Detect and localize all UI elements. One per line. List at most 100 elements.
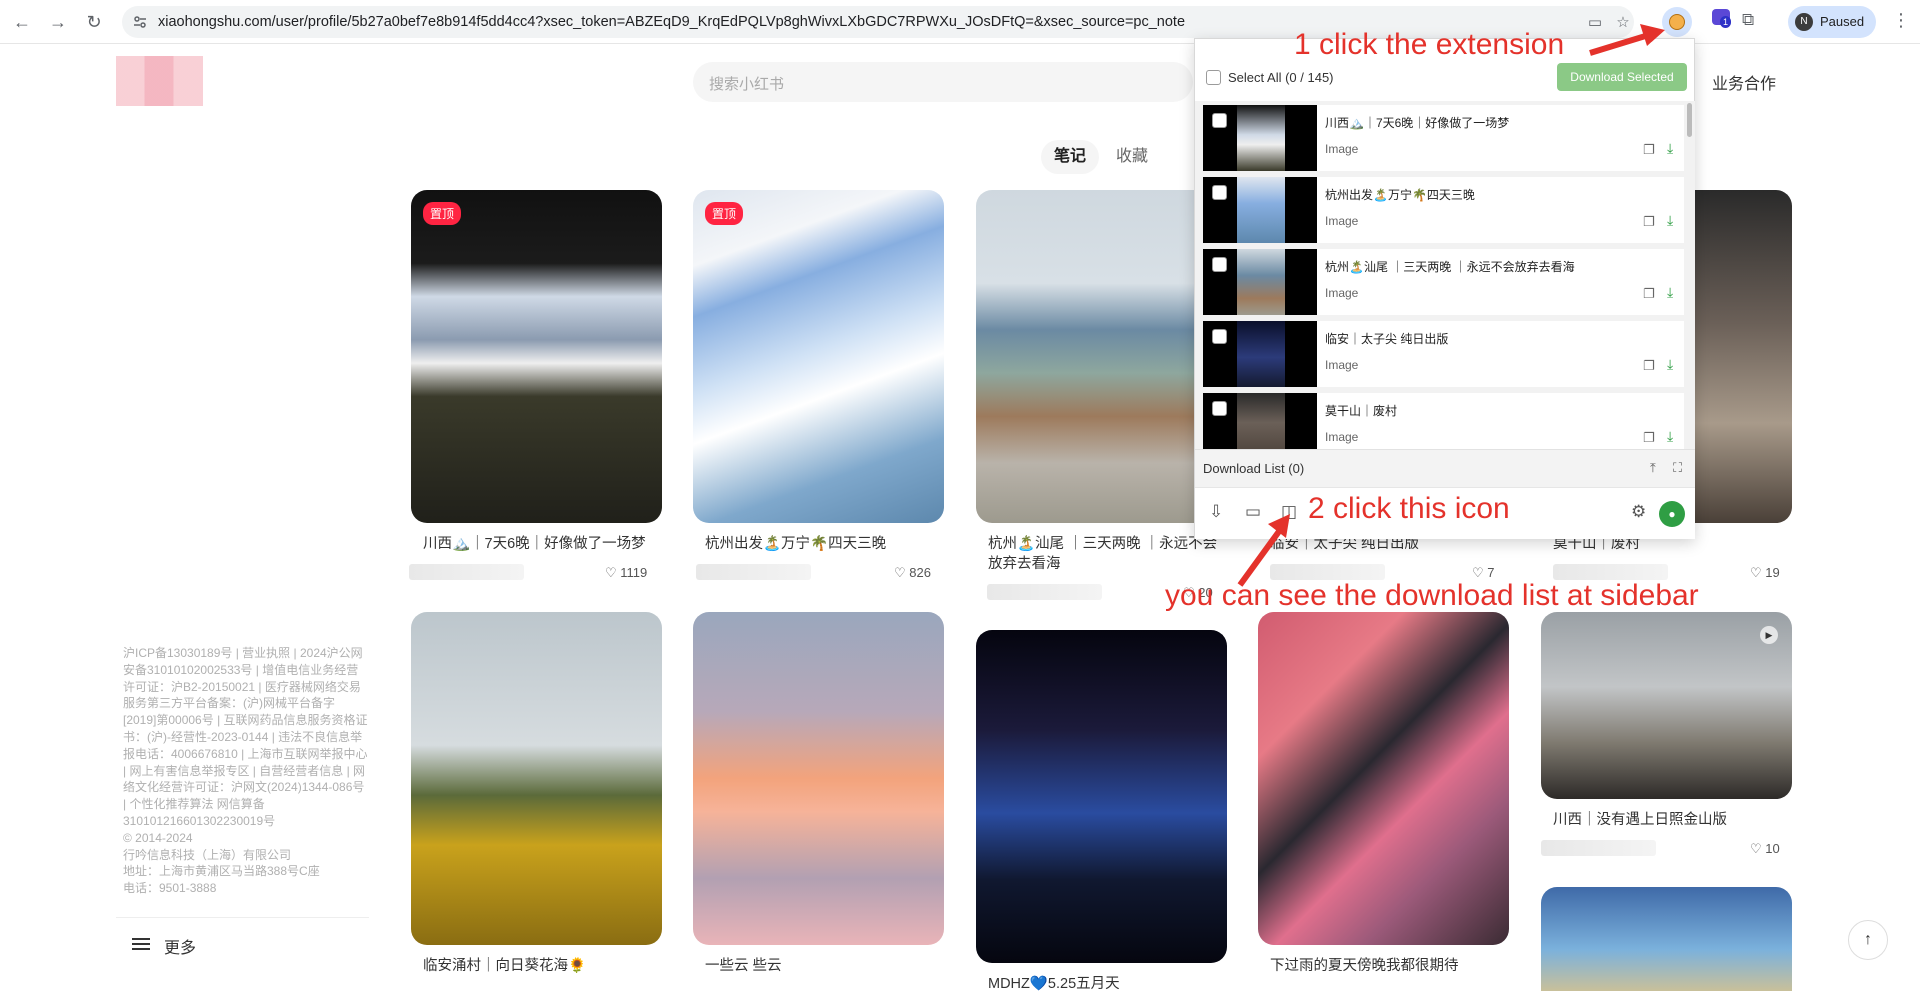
more-menu[interactable]: 更多 <box>132 934 196 958</box>
note-author[interactable] <box>409 564 524 580</box>
select-all-checkbox[interactable] <box>1206 70 1221 85</box>
note-title[interactable]: 临安涌村｜向日葵花海🌻 <box>423 956 586 976</box>
item-checkbox[interactable] <box>1212 329 1227 344</box>
note-author[interactable] <box>987 584 1102 600</box>
note-title[interactable]: 杭州出发🏝️万宁🌴四天三晚 <box>705 534 886 554</box>
download-icon[interactable]: ⤓ <box>1667 212 1673 229</box>
note-title[interactable]: 一些云 些云 <box>705 956 782 976</box>
settings-gear-icon[interactable]: ⚙ <box>1631 502 1646 522</box>
note-cover[interactable] <box>411 612 662 945</box>
item-thumbnail <box>1203 105 1317 171</box>
divider <box>116 917 369 918</box>
cloud-download-icon[interactable]: ⇩ <box>1209 502 1223 522</box>
note-author[interactable] <box>1541 840 1656 856</box>
item-checkbox[interactable] <box>1212 401 1227 416</box>
note-title[interactable]: 下过雨的夏天傍晚我都很期待 <box>1270 956 1459 976</box>
note-title[interactable]: MDHZ💙5.25五月天 <box>988 974 1120 994</box>
business-link[interactable]: 业务合作 <box>1712 70 1776 94</box>
note-cover[interactable]: 置顶 <box>693 190 944 523</box>
item-thumbnail <box>1203 393 1317 449</box>
note-cover[interactable]: ▶ <box>1541 612 1792 799</box>
download-icon[interactable]: ⤓ <box>1667 428 1673 445</box>
site-logo[interactable] <box>116 56 203 106</box>
note-cover[interactable] <box>1541 887 1792 991</box>
list-item[interactable]: 临安｜太子尖 纯日出版 Image ❐ ⤓ <box>1203 321 1684 387</box>
download-icon[interactable]: ⤓ <box>1667 140 1673 157</box>
like-count: 10 <box>1765 841 1780 856</box>
note-author[interactable] <box>1553 564 1668 580</box>
url-text[interactable]: xiaohongshu.com/user/profile/5b27a0bef7e… <box>158 14 1185 30</box>
note-title[interactable]: 川西｜没有遇上日照金山版 <box>1553 810 1727 830</box>
item-type: Image <box>1325 358 1359 372</box>
browser-menu-icon[interactable]: ⋮ <box>1892 10 1910 31</box>
company-name: 行吟信息科技（上海）有限公司 <box>123 847 292 862</box>
tab-collections[interactable]: 收藏 <box>1103 140 1161 174</box>
annotation-step-1: 1 click the extension <box>1294 28 1565 61</box>
select-all-label[interactable]: Select All (0 / 145) <box>1228 70 1334 85</box>
copy-icon[interactable]: ❐ <box>1643 214 1655 230</box>
collapse-up-icon[interactable]: ⤒ <box>1650 460 1656 476</box>
note-title[interactable]: 杭州🏝️汕尾 ｜三天两晚 ｜永远不会放弃去看海 <box>988 534 1218 574</box>
legal-links[interactable]: 沪ICP备13030189号 | 营业执照 | 2024沪公网安备3101010… <box>123 645 368 830</box>
note-author[interactable] <box>696 564 811 580</box>
copy-icon[interactable]: ❐ <box>1643 286 1655 302</box>
item-checkbox[interactable] <box>1212 257 1227 272</box>
list-item[interactable]: 川西🏔️｜7天6晚｜好像做了一场梦 Image ❐ ⤓ <box>1203 105 1684 171</box>
note-cover[interactable]: 置顶 <box>411 190 662 523</box>
list-item[interactable]: 杭州出发🏝️万宁🌴四天三晚 Image ❐ ⤓ <box>1203 177 1684 243</box>
cast-icon[interactable]: ▭ <box>1586 14 1604 32</box>
back-icon[interactable]: ← <box>10 10 34 34</box>
item-thumbnail <box>1203 321 1317 387</box>
back-to-top-button[interactable]: ↑ <box>1848 920 1888 960</box>
extensions-puzzle-icon[interactable]: ⧉ <box>1742 10 1754 30</box>
tab-notes[interactable]: 笔记 <box>1041 140 1100 174</box>
site-settings-icon[interactable] <box>132 14 148 30</box>
hamburger-icon <box>132 935 150 953</box>
company-phone: 电话：9501-3888 <box>123 881 217 896</box>
download-icon[interactable]: ⤓ <box>1667 356 1673 373</box>
folder-icon[interactable]: ▭ <box>1245 502 1261 522</box>
extension-cat-icon <box>1669 14 1685 30</box>
pinned-badge: 置顶 <box>705 202 744 225</box>
list-item[interactable]: 杭州🏝️汕尾 ｜三天两晚 ｜永远不会放弃去看海 Image ❐ ⤓ <box>1203 249 1684 315</box>
copy-icon[interactable]: ❐ <box>1643 142 1655 158</box>
note-cover[interactable] <box>976 190 1227 523</box>
copy-icon[interactable]: ❐ <box>1643 430 1655 446</box>
user-avatar-icon[interactable]: ● <box>1659 501 1685 527</box>
download-list-bar: Download List (0) ⤒ ⛶ <box>1195 449 1695 487</box>
profile-button[interactable]: N Paused <box>1788 6 1876 38</box>
note-author[interactable] <box>1270 564 1385 580</box>
download-list-label[interactable]: Download List (0) <box>1203 461 1304 476</box>
forward-icon[interactable]: → <box>46 10 70 34</box>
note-likes[interactable]: ♡ 10 <box>1750 841 1780 857</box>
item-type: Image <box>1325 430 1359 444</box>
item-title: 临安｜太子尖 纯日出版 <box>1325 332 1449 346</box>
note-title[interactable]: 川西🏔️｜7天6晚｜好像做了一场梦 <box>423 534 646 554</box>
item-checkbox[interactable] <box>1212 185 1227 200</box>
note-cover[interactable] <box>976 630 1227 963</box>
item-checkbox[interactable] <box>1212 113 1227 128</box>
download-selected-button[interactable]: Download Selected <box>1557 63 1687 91</box>
copyright: © 2014-2024 <box>123 830 193 845</box>
note-likes[interactable]: ♡ 1119 <box>605 565 647 581</box>
search-placeholder: 搜索小红书 <box>709 76 785 93</box>
note-list[interactable]: 川西🏔️｜7天6晚｜好像做了一场梦 Image ❐ ⤓ 杭州出发🏝️万宁🌴四天三… <box>1195 101 1695 449</box>
list-item[interactable]: 莫干山｜废村 Image ❐ ⤓ <box>1203 393 1684 449</box>
note-cover[interactable] <box>693 612 944 945</box>
copy-icon[interactable]: ❐ <box>1643 358 1655 374</box>
item-title: 川西🏔️｜7天6晚｜好像做了一场梦 <box>1325 116 1510 130</box>
list-scrollbar[interactable] <box>1687 103 1692 137</box>
bookmark-star-icon[interactable]: ☆ <box>1614 14 1632 32</box>
item-type: Image <box>1325 142 1359 156</box>
extension-button[interactable] <box>1662 7 1692 37</box>
search-input[interactable]: 搜索小红书 <box>693 62 1193 102</box>
note-cover[interactable] <box>1258 612 1509 945</box>
second-extension-icon[interactable]: 1 <box>1712 9 1732 28</box>
note-likes[interactable]: ♡ 826 <box>894 565 931 581</box>
sidebar-icon[interactable]: ◫ <box>1281 502 1297 522</box>
expand-icon[interactable]: ⛶ <box>1673 460 1682 476</box>
reload-icon[interactable]: ↻ <box>82 10 106 34</box>
download-icon[interactable]: ⤓ <box>1667 284 1673 301</box>
note-likes[interactable]: ♡ 19 <box>1750 565 1780 581</box>
item-type: Image <box>1325 286 1359 300</box>
